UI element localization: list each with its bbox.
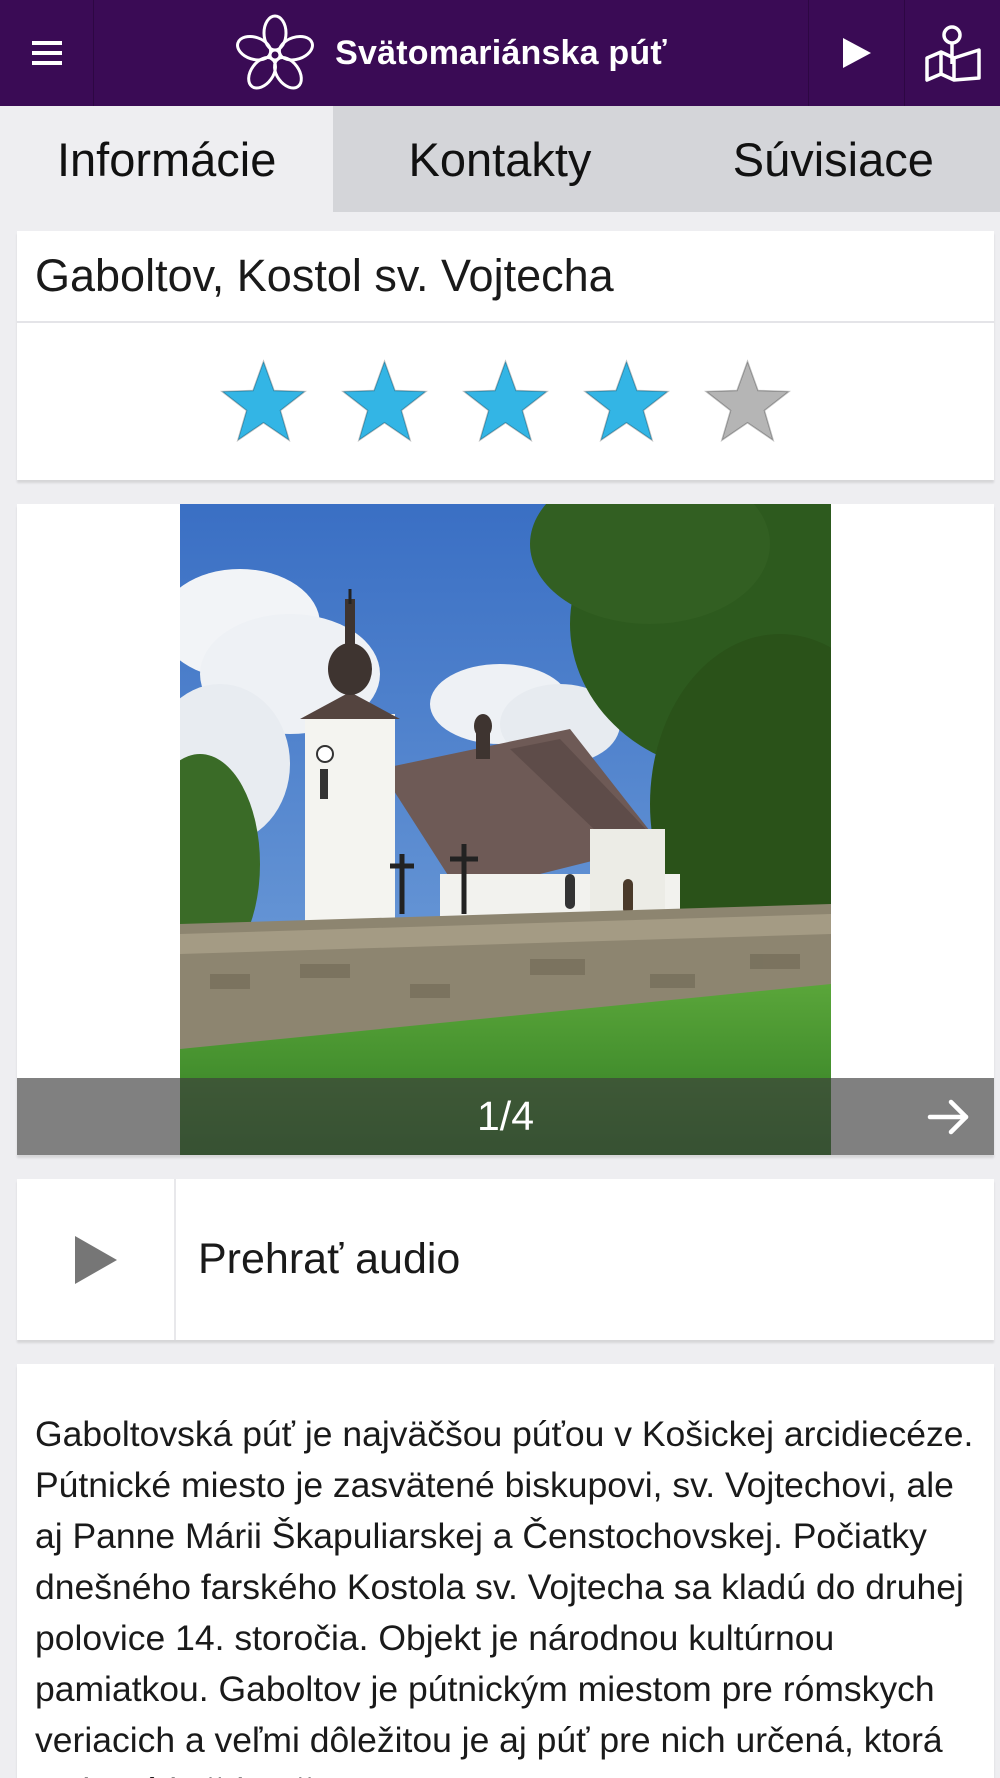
gallery-caption-bar: 1/4 [17, 1078, 994, 1155]
star-empty-icon[interactable] [701, 357, 794, 447]
photo-gallery[interactable]: 1/4 [17, 504, 994, 1155]
header-map-button[interactable] [904, 0, 1000, 106]
arrow-right-icon [927, 1099, 969, 1134]
tab-bar: Informácie Kontakty Súvisiace [0, 106, 1000, 212]
tab-informacie[interactable]: Informácie [0, 106, 334, 212]
hamburger-menu-icon[interactable] [0, 0, 94, 106]
place-name: Gaboltov, Kostol sv. Vojtecha [17, 231, 994, 323]
church-photo [180, 504, 831, 1155]
star-filled-icon[interactable] [580, 357, 673, 447]
app-brand: Svätomariánska púť [94, 0, 808, 106]
flower-logo-icon [236, 14, 315, 90]
play-icon [74, 1235, 117, 1284]
audio-play-button[interactable] [17, 1179, 176, 1340]
app-header: Svätomariánska púť [0, 0, 1000, 106]
place-description: Gaboltovská púť je najväčšou púťou v Koš… [35, 1414, 974, 1778]
rating-stars[interactable] [17, 323, 994, 480]
audio-player[interactable]: Prehrať audio [17, 1179, 994, 1340]
star-filled-icon[interactable] [459, 357, 552, 447]
app-title: Svätomariánska púť [335, 33, 667, 72]
play-icon [842, 38, 871, 68]
description-card: Gaboltovská púť je najväčšou púťou v Koš… [17, 1364, 994, 1778]
header-play-button[interactable] [808, 0, 904, 106]
gallery-counter: 1/4 [477, 1093, 534, 1139]
tab-suvisiace[interactable]: Súvisiace [667, 106, 1000, 212]
place-title-card: Gaboltov, Kostol sv. Vojtecha [17, 231, 994, 480]
star-filled-icon[interactable] [217, 357, 310, 447]
tab-kontakty[interactable]: Kontakty [333, 106, 666, 212]
map-pin-icon [924, 25, 981, 82]
star-filled-icon[interactable] [338, 357, 431, 447]
audio-label: Prehrať audio [198, 1235, 461, 1283]
gallery-next-button[interactable] [914, 1078, 984, 1155]
